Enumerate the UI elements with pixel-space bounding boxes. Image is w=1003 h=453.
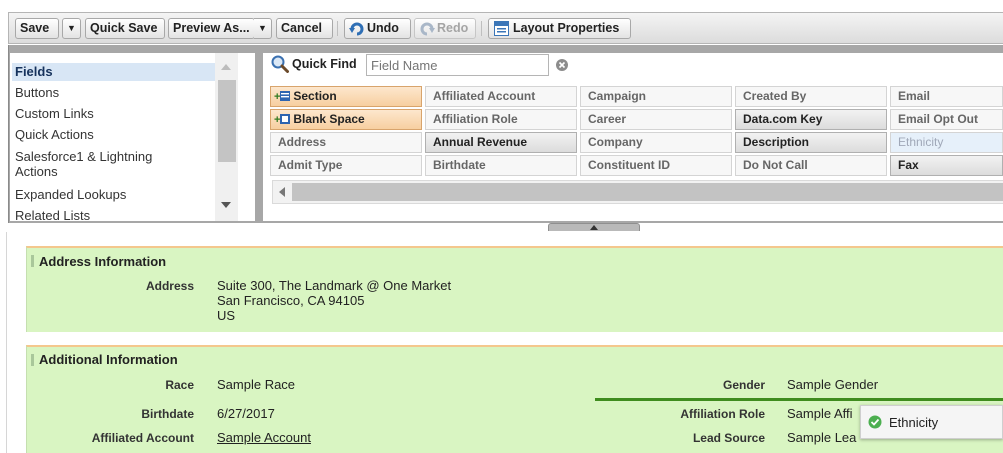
save-button[interactable]: Save bbox=[15, 18, 59, 39]
preview-as-menu-button[interactable]: ▼ bbox=[254, 18, 272, 39]
category-sf1-line1: Salesforce1 & Lightning bbox=[15, 149, 153, 164]
field-section[interactable]: + Section bbox=[270, 86, 422, 107]
field-address[interactable]: Address bbox=[270, 132, 422, 153]
category-fields[interactable]: Fields bbox=[12, 63, 215, 81]
category-custom-links[interactable]: Custom Links bbox=[15, 106, 94, 121]
category-expanded-lookups[interactable]: Expanded Lookups bbox=[15, 187, 126, 202]
category-related-lists[interactable]: Related Lists bbox=[15, 208, 90, 221]
palette-collapse-handle[interactable] bbox=[548, 223, 640, 231]
toolbar: Save ▼ Quick Save Preview As... ▼ Cancel… bbox=[8, 12, 1003, 44]
drag-tooltip-text: Ethnicity bbox=[889, 415, 939, 430]
section-icon: + bbox=[274, 91, 290, 103]
scroll-down-icon[interactable] bbox=[221, 202, 231, 208]
field-career[interactable]: Career bbox=[580, 109, 732, 130]
field-affiliated-account[interactable]: Affiliated Account bbox=[425, 86, 577, 107]
redo-label: Redo bbox=[437, 21, 469, 35]
gender-label: Gender bbox=[722, 378, 765, 392]
clear-search-icon[interactable] bbox=[555, 58, 569, 72]
field-company[interactable]: Company bbox=[580, 132, 732, 153]
save-menu-button[interactable]: ▼ bbox=[62, 18, 81, 39]
fields-scroll-thumb[interactable] bbox=[292, 183, 1003, 201]
category-quick-actions[interactable]: Quick Actions bbox=[15, 127, 94, 142]
address-line1: Suite 300, The Landmark @ One Market bbox=[217, 278, 452, 293]
undo-icon bbox=[349, 22, 364, 36]
scroll-up-icon[interactable] bbox=[221, 64, 231, 70]
field-ethnicity[interactable]: Ethnicity bbox=[890, 132, 1003, 153]
field-description[interactable]: Description bbox=[735, 132, 887, 153]
undo-label: Undo bbox=[367, 21, 399, 35]
category-sf1-actions[interactable]: Salesforce1 & Lightning Actions bbox=[15, 149, 152, 179]
lead-source-value[interactable]: Sample Lea bbox=[787, 430, 856, 445]
field-admit-type[interactable]: Admit Type bbox=[270, 155, 422, 176]
lead-source-label: Lead Source bbox=[692, 431, 765, 445]
preview-as-button[interactable]: Preview As... bbox=[168, 18, 255, 39]
field-do-not-call[interactable]: Do Not Call bbox=[735, 155, 887, 176]
field-birthdate[interactable]: Birthdate bbox=[425, 155, 577, 176]
quick-find-input[interactable] bbox=[366, 54, 549, 76]
address-line3: US bbox=[217, 308, 236, 323]
birthdate-label: Birthdate bbox=[141, 407, 194, 421]
field-fax[interactable]: Fax bbox=[890, 155, 1003, 176]
field-email-opt-out[interactable]: Email Opt Out bbox=[890, 109, 1003, 130]
svg-text:+: + bbox=[274, 114, 280, 125]
field-constituent-id[interactable]: Constituent ID bbox=[580, 155, 732, 176]
race-value[interactable]: Sample Race bbox=[217, 377, 295, 392]
birthdate-value[interactable]: 6/27/2017 bbox=[217, 406, 275, 421]
collapse-up-icon bbox=[590, 225, 598, 230]
field-section-label: Section bbox=[293, 89, 337, 103]
canvas-left-border bbox=[6, 232, 7, 453]
drag-tooltip: Ethnicity bbox=[860, 405, 1003, 439]
affiliated-account-link[interactable]: Sample Account bbox=[217, 430, 311, 445]
affiliated-account-label: Affiliated Account bbox=[91, 431, 194, 445]
layout-properties-icon bbox=[494, 21, 509, 36]
section-drag-handle[interactable] bbox=[31, 354, 34, 366]
field-campaign[interactable]: Campaign bbox=[580, 86, 732, 107]
field-blank-space-label: Blank Space bbox=[293, 112, 365, 126]
field-created-by[interactable]: Created By bbox=[735, 86, 887, 107]
scroll-left-icon[interactable] bbox=[279, 187, 285, 197]
toolbar-separator bbox=[337, 21, 338, 36]
category-buttons[interactable]: Buttons bbox=[15, 85, 59, 100]
additional-information-section[interactable]: Additional Information Race Sample Race … bbox=[26, 345, 1003, 453]
section-title: Additional Information bbox=[39, 352, 178, 367]
field-email[interactable]: Email bbox=[890, 86, 1003, 107]
undo-button[interactable]: Undo bbox=[344, 18, 411, 39]
affiliation-role-label: Affiliation Role bbox=[680, 407, 765, 421]
cancel-button[interactable]: Cancel bbox=[276, 18, 333, 39]
field-blank-space[interactable]: + Blank Space bbox=[270, 109, 422, 130]
toolbar-separator bbox=[481, 21, 482, 36]
affiliation-role-value[interactable]: Sample Affi bbox=[787, 406, 853, 421]
address-label: Address bbox=[145, 279, 194, 293]
quick-find-label: Quick Find bbox=[292, 57, 357, 71]
section-title: Address Information bbox=[39, 254, 167, 269]
field-datacom-key[interactable]: Data.com Key bbox=[735, 109, 887, 130]
section-drag-handle[interactable] bbox=[31, 255, 34, 267]
redo-icon bbox=[420, 22, 435, 36]
category-sf1-line2: Actions bbox=[15, 164, 58, 179]
layout-properties-button[interactable]: Layout Properties bbox=[488, 18, 631, 39]
gender-value[interactable]: Sample Gender bbox=[787, 377, 878, 392]
field-annual-revenue[interactable]: Annual Revenue bbox=[425, 132, 577, 153]
category-scroll-thumb[interactable] bbox=[218, 80, 236, 162]
quick-save-button[interactable]: Quick Save bbox=[85, 18, 165, 39]
blank-space-icon: + bbox=[274, 114, 290, 126]
race-label: Race bbox=[165, 378, 194, 392]
field-affiliation-role[interactable]: Affiliation Role bbox=[425, 109, 577, 130]
redo-button[interactable]: Redo bbox=[414, 18, 476, 39]
search-icon bbox=[271, 55, 289, 73]
layout-properties-label: Layout Properties bbox=[513, 21, 620, 35]
check-icon bbox=[868, 415, 882, 429]
svg-text:+: + bbox=[274, 91, 280, 102]
drop-indicator bbox=[595, 398, 1003, 401]
address-line2: San Francisco, CA 94105 bbox=[217, 293, 365, 308]
address-information-section[interactable]: Address Information Address Suite 300, T… bbox=[26, 246, 1003, 332]
